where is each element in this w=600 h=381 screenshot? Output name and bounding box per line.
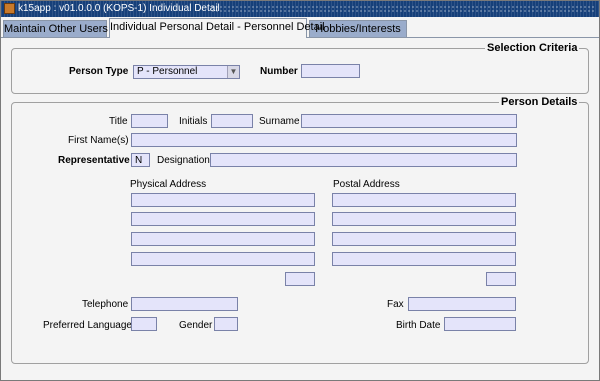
physical-address-line-4[interactable] xyxy=(131,252,315,266)
telephone-input[interactable] xyxy=(131,297,238,311)
physical-address-line-3[interactable] xyxy=(131,232,315,246)
first-names-input[interactable] xyxy=(131,133,517,147)
postal-address-label: Postal Address xyxy=(333,179,400,190)
representative-label: Representative xyxy=(58,155,130,166)
first-names-label: First Name(s) xyxy=(68,135,129,146)
birth-date-input[interactable] xyxy=(444,317,516,331)
preferred-language-input[interactable] xyxy=(131,317,157,331)
tab-individual-personal-detail[interactable]: Individual Personal Detail - Personnel D… xyxy=(109,18,325,38)
number-label: Number xyxy=(260,66,298,77)
gender-label: Gender xyxy=(179,320,213,331)
application-window: k15app : v01.0.0.0 (KOPS-1) Individual D… xyxy=(0,0,600,381)
physical-address-label: Physical Address xyxy=(130,179,207,190)
designation-input[interactable] xyxy=(210,153,517,167)
person-details-title: Person Details xyxy=(499,96,580,108)
title-bar-pattern xyxy=(211,5,595,12)
tab-maintain-other-users[interactable]: Maintain Other Users xyxy=(3,20,108,37)
tab-strip: Maintain Other Users Individual Personal… xyxy=(1,18,599,38)
postal-address-line-2[interactable] xyxy=(332,212,516,226)
postal-address-line-3[interactable] xyxy=(332,232,516,246)
postal-address-line-1[interactable] xyxy=(332,193,516,207)
preferred-language-label: Preferred Language xyxy=(43,320,132,331)
surname-label: Surname xyxy=(259,116,300,127)
person-type-dropdown[interactable]: P - Personnel ▼ xyxy=(133,65,240,79)
initials-label: Initials xyxy=(179,116,208,127)
initials-input[interactable] xyxy=(211,114,253,128)
surname-input[interactable] xyxy=(301,114,517,128)
gender-input[interactable] xyxy=(214,317,238,331)
birth-date-label: Birth Date xyxy=(396,320,441,331)
fax-label: Fax xyxy=(387,299,404,310)
chevron-down-icon[interactable]: ▼ xyxy=(227,66,239,78)
physical-address-line-2[interactable] xyxy=(131,212,315,226)
designation-label: Designation xyxy=(157,155,210,166)
postal-address-line-4[interactable] xyxy=(332,252,516,266)
selection-criteria-title: Selection Criteria xyxy=(485,42,580,54)
title-label: Title xyxy=(109,116,128,127)
tab-panel: Selection Criteria Person Type P - Perso… xyxy=(3,38,597,378)
postal-address-postal-code[interactable] xyxy=(486,272,516,286)
person-type-value: P - Personnel xyxy=(137,66,198,77)
representative-input[interactable] xyxy=(131,153,150,167)
physical-address-postal-code[interactable] xyxy=(285,272,315,286)
window-title: k15app : v01.0.0.0 (KOPS-1) Individual D… xyxy=(18,3,220,14)
fax-input[interactable] xyxy=(408,297,516,311)
title-bar[interactable]: k15app : v01.0.0.0 (KOPS-1) Individual D… xyxy=(1,1,599,17)
number-input[interactable] xyxy=(301,64,360,78)
telephone-label: Telephone xyxy=(82,299,129,310)
person-type-label: Person Type xyxy=(69,66,129,77)
physical-address-line-1[interactable] xyxy=(131,193,315,207)
app-icon xyxy=(4,3,15,14)
title-input[interactable] xyxy=(131,114,168,128)
